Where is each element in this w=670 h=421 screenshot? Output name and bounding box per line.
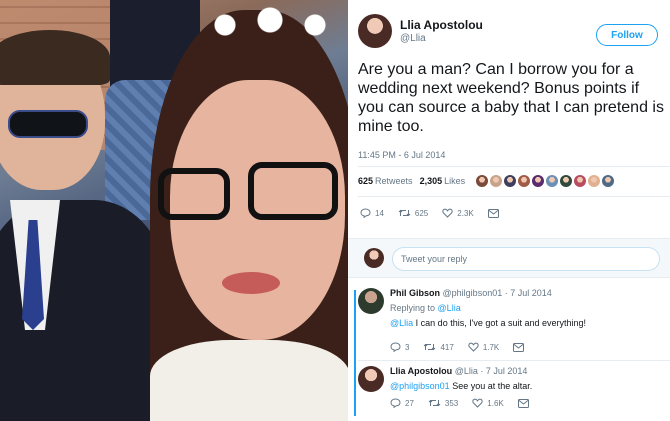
woman-lips (222, 272, 280, 294)
reply-date[interactable]: 7 Jul 2014 (510, 288, 552, 298)
divider (358, 360, 670, 361)
author-display-name[interactable]: Llia Apostolou (400, 18, 483, 32)
retweet-count: 417 (440, 342, 454, 352)
reply-actions: 27 353 1.6K (390, 398, 547, 408)
tweet-reply-input[interactable]: Tweet your reply (392, 247, 660, 271)
reply-author-name[interactable]: Llia Apostolou (390, 366, 452, 376)
reply-tweet[interactable]: Phil Gibson @philgibson01 · 7 Jul 2014 R… (358, 288, 668, 328)
liker-avatar[interactable] (518, 175, 531, 187)
like-action[interactable]: 1.6K (472, 398, 504, 408)
likes-count[interactable]: 2,305 (420, 176, 443, 186)
replying-to-prefix: Replying to (390, 303, 436, 313)
reply-author-name[interactable]: Phil Gibson (390, 288, 440, 298)
tweet-stats: 625 Retweets 2,305 Likes (358, 175, 616, 187)
reply-tweet[interactable]: Llia Apostolou @Llia · 7 Jul 2014 @philg… (358, 366, 668, 392)
reply-date[interactable]: 7 Jul 2014 (486, 366, 528, 376)
reply-actions: 3 417 1.7K (390, 342, 542, 352)
liker-avatar[interactable] (574, 175, 587, 187)
liker-avatar[interactable] (490, 175, 503, 187)
reply-count: 3 (405, 342, 410, 352)
liker-avatars[interactable] (476, 175, 616, 187)
tweet-header: Llia Apostolou @Llia (358, 14, 483, 48)
dm-action[interactable] (487, 208, 503, 218)
heart-icon (472, 398, 483, 408)
reply-icon (360, 208, 371, 218)
liker-avatar[interactable] (546, 175, 559, 187)
reply-text: See you at the altar. (452, 381, 533, 391)
envelope-icon (513, 342, 525, 352)
replying-to-mention[interactable]: @Llia (438, 303, 461, 313)
replying-to: Replying to @Llia (390, 303, 668, 313)
retweets-label[interactable]: Retweets (375, 176, 413, 186)
reply-avatar[interactable] (358, 366, 384, 392)
tweet-panel: Llia Apostolou @Llia Follow Are you a ma… (348, 0, 670, 421)
author-handle[interactable]: @Llia (400, 33, 483, 44)
conversation-thread-line (354, 290, 356, 416)
man-hair (0, 30, 110, 85)
reply-bar: Tweet your reply (348, 238, 670, 278)
like-action[interactable]: 1.7K (468, 342, 499, 352)
reply-header: Phil Gibson @philgibson01 · 7 Jul 2014 (390, 288, 668, 298)
divider (358, 166, 670, 167)
reply-avatar[interactable] (358, 288, 384, 314)
liker-avatar[interactable] (532, 175, 545, 187)
dm-action[interactable] (513, 342, 528, 352)
reply-body: Llia Apostolou @Llia · 7 Jul 2014 @philg… (390, 366, 668, 391)
reply-icon (390, 398, 401, 408)
reply-mention[interactable]: @Llia (390, 318, 413, 328)
reply-count: 27 (405, 398, 414, 408)
like-count: 1.6K (487, 398, 504, 408)
tweet-timestamp[interactable]: 11:45 PM - 6 Jul 2014 (358, 150, 445, 160)
reply-icon (390, 342, 401, 352)
author-avatar[interactable] (358, 14, 392, 48)
dm-action[interactable] (517, 398, 533, 408)
retweet-action[interactable]: 625 (398, 208, 428, 218)
reply-action[interactable]: 14 (360, 208, 384, 218)
reply-text-row: @philgibson01 See you at the altar. (390, 381, 668, 391)
author-name-block: Llia Apostolou @Llia (400, 18, 483, 44)
reply-body: Phil Gibson @philgibson01 · 7 Jul 2014 R… (390, 288, 668, 328)
tweet-text: Are you a man? Can I borrow you for a we… (358, 61, 664, 135)
retweet-icon (424, 343, 436, 351)
retweet-icon (428, 399, 441, 407)
divider (358, 196, 670, 197)
follow-button[interactable]: Follow (596, 24, 658, 46)
wedding-dress (150, 340, 348, 421)
heart-icon (468, 342, 479, 352)
reply-count: 14 (375, 208, 384, 218)
reply-action[interactable]: 3 (390, 342, 409, 352)
retweet-count: 353 (444, 398, 459, 408)
liker-avatar[interactable] (588, 175, 601, 187)
reply-author-handle[interactable]: @philgibson01 (443, 288, 503, 298)
retweet-action[interactable]: 417 (423, 342, 454, 352)
sunglasses (8, 110, 88, 138)
reply-text-row: @Llia I can do this, I've got a suit and… (390, 318, 668, 328)
like-action[interactable]: 2.3K (442, 208, 474, 218)
retweet-count: 625 (414, 208, 429, 218)
envelope-icon (517, 398, 529, 408)
like-count: 1.7K (482, 342, 500, 352)
bridal-veil (195, 0, 345, 50)
liker-avatar[interactable] (504, 175, 517, 187)
retweet-icon (398, 209, 411, 217)
woman-glasses-left (158, 168, 230, 220)
retweets-count[interactable]: 625 (358, 176, 373, 186)
liker-avatar[interactable] (560, 175, 573, 187)
heart-icon (442, 208, 453, 218)
current-user-avatar (364, 248, 384, 268)
envelope-icon (487, 208, 499, 218)
reply-text: I can do this, I've got a suit and every… (415, 318, 586, 328)
tweet-actions: 14 625 2.3K (360, 208, 517, 218)
reply-author-handle[interactable]: @Llia (455, 366, 478, 376)
woman-glasses-right (248, 162, 338, 220)
retweet-action[interactable]: 353 (428, 398, 458, 408)
likes-label[interactable]: Likes (444, 176, 465, 186)
liker-avatar[interactable] (476, 175, 489, 187)
reply-action[interactable]: 27 (390, 398, 414, 408)
liker-avatar[interactable] (602, 175, 615, 187)
like-count: 2.3K (457, 208, 474, 218)
wedding-selfie-photo (0, 0, 348, 421)
reply-mention[interactable]: @philgibson01 (390, 381, 450, 391)
reply-header: Llia Apostolou @Llia · 7 Jul 2014 (390, 366, 668, 376)
